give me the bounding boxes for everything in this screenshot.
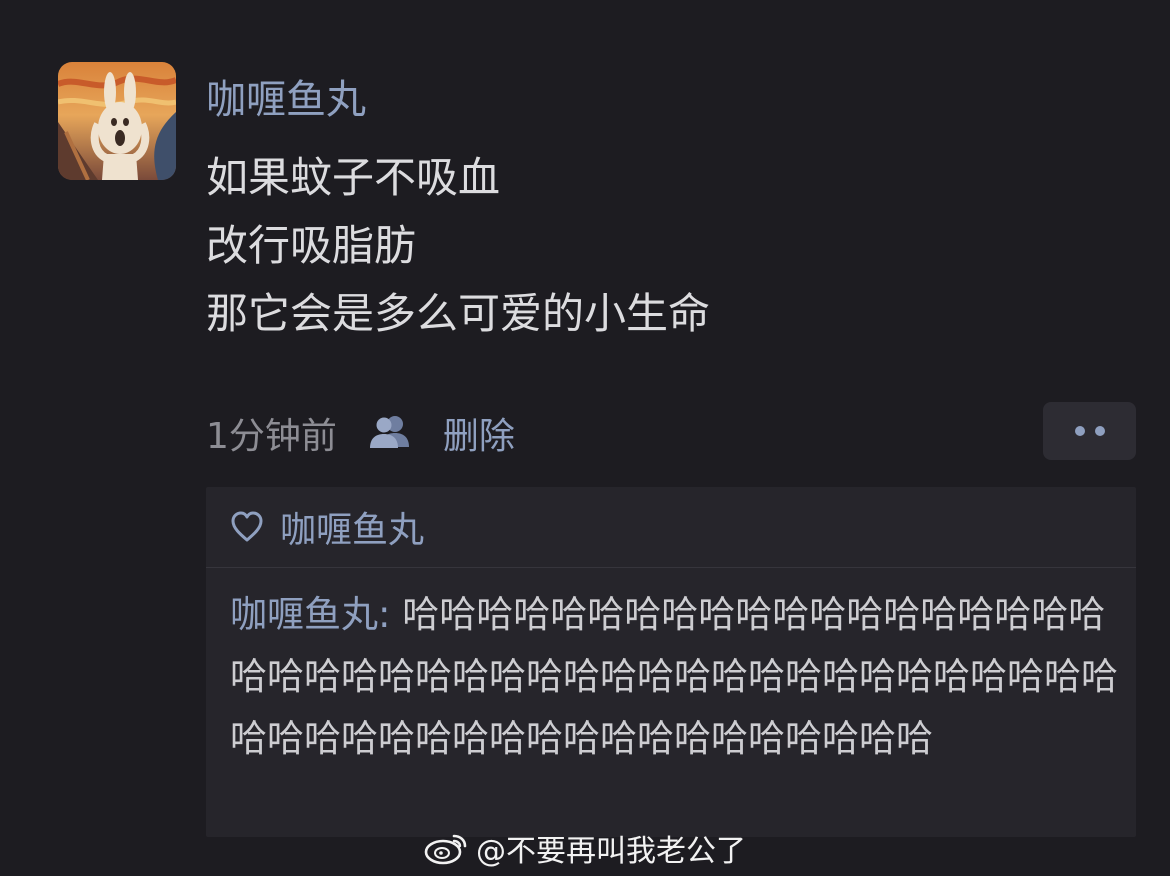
liker-name[interactable]: 咖喱鱼丸 <box>280 501 424 553</box>
post-meta-row: 1分钟前 删除 <box>206 406 515 460</box>
post-content: 如果蚊子不吸血 改行吸脂肪 那它会是多么可爱的小生命 <box>206 144 710 348</box>
comment-item[interactable]: 咖喱鱼丸: 哈哈哈哈哈哈哈哈哈哈哈哈哈哈哈哈哈哈哈哈哈哈哈哈哈哈哈哈哈哈哈哈哈哈… <box>206 568 1136 770</box>
likes-comments-panel: 咖喱鱼丸 咖喱鱼丸: 哈哈哈哈哈哈哈哈哈哈哈哈哈哈哈哈哈哈哈哈哈哈哈哈哈哈哈哈哈… <box>206 487 1136 837</box>
avatar[interactable] <box>58 62 176 180</box>
more-dots-icon <box>1074 426 1105 436</box>
person-group-icon[interactable] <box>367 413 413 453</box>
post-text-line: 如果蚊子不吸血 <box>206 153 501 202</box>
watermark-text: @不要再叫我老公了 <box>476 834 746 869</box>
delete-link[interactable]: 删除 <box>443 407 515 459</box>
post-timestamp: 1分钟前 <box>206 416 337 457</box>
post-author-name[interactable]: 咖喱鱼丸 <box>206 74 366 126</box>
watermark: @不要再叫我老公了 <box>424 826 746 870</box>
moment-page: 咖喱鱼丸 如果蚊子不吸血 改行吸脂肪 那它会是多么可爱的小生命 1分钟前 删除 <box>0 0 1170 876</box>
more-options-button[interactable] <box>1043 402 1136 460</box>
likes-row: 咖喱鱼丸 <box>206 487 1136 568</box>
post-text-line: 那它会是多么可爱的小生命 <box>206 289 711 338</box>
weibo-logo-icon <box>424 830 470 866</box>
heart-outline-icon <box>230 511 264 543</box>
post-text-line: 改行吸脂肪 <box>206 221 417 270</box>
commenter-name[interactable]: 咖喱鱼丸 <box>230 593 378 636</box>
comment-separator: : <box>378 593 403 636</box>
avatar-image <box>58 62 176 180</box>
